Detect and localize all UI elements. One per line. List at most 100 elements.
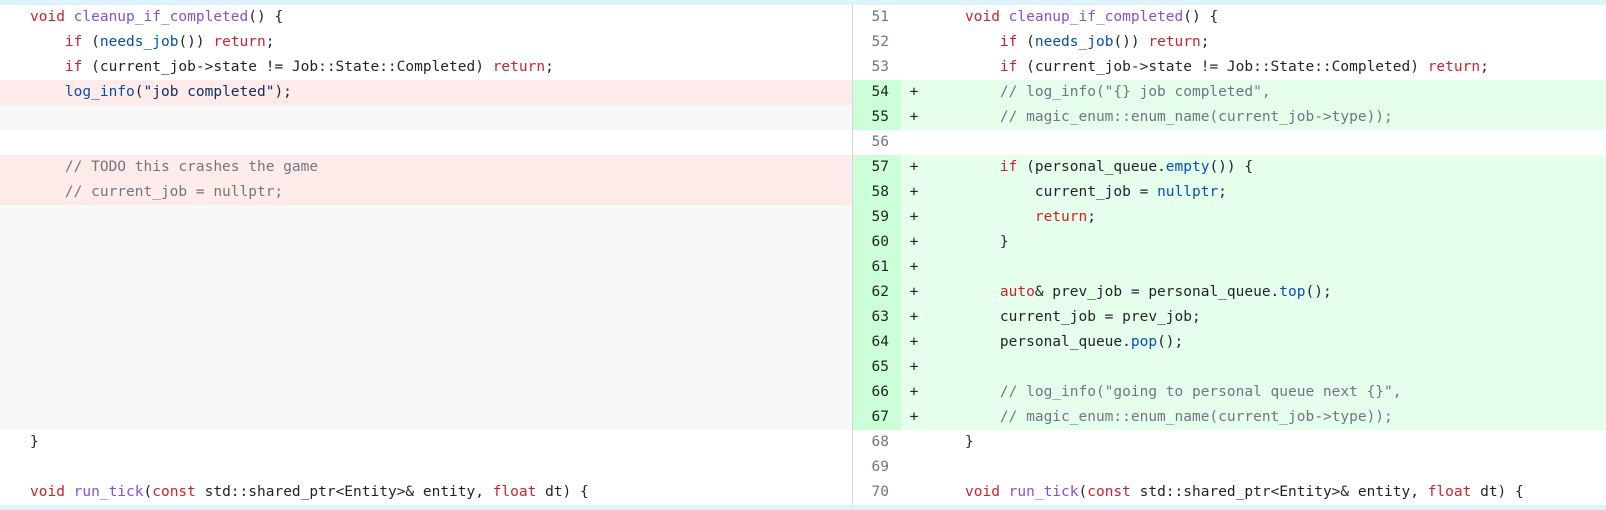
line-code: // magic_enum::enum_name(current_job->ty… <box>927 405 1606 430</box>
line-code: if (needs_job()) return; <box>927 30 1606 55</box>
line-number[interactable]: 64 <box>853 330 901 355</box>
line-number[interactable]: 66 <box>853 380 901 405</box>
code-token: "job completed" <box>143 84 275 100</box>
line-number[interactable]: 67 <box>853 405 901 430</box>
line-number[interactable]: 59 <box>853 205 901 230</box>
code-token: } <box>965 234 1009 250</box>
diff-marker <box>901 130 927 155</box>
line-code: if (current_job->state != Job::State::Co… <box>927 55 1606 80</box>
diff-marker: + <box>909 184 919 200</box>
line-number[interactable]: 52 <box>853 30 901 55</box>
line-number[interactable]: 69 <box>853 455 901 480</box>
code-token: dt) { <box>536 484 589 500</box>
line-number[interactable]: 53 <box>853 55 901 80</box>
code-token: // magic_enum::enum_name(current_job->ty… <box>999 409 1393 425</box>
line-code: void cleanup_if_completed() { <box>927 5 1606 30</box>
diff-marker: + <box>909 409 919 425</box>
code-token: run_tick <box>1008 484 1079 500</box>
code-token: ()) <box>1113 34 1149 50</box>
context-line: 53 if (current_job->state != Job::State:… <box>853 55 1606 80</box>
code-token: & prev_job = personal_queue. <box>1034 284 1280 300</box>
code-token: float <box>492 484 537 500</box>
diff-marker <box>901 55 927 80</box>
line-number[interactable]: 55 <box>853 105 901 130</box>
line-number[interactable]: 51 <box>853 5 901 30</box>
deleted-line: // TODO this crashes the game <box>0 155 852 180</box>
code-token: if <box>64 34 83 50</box>
code-token: ( <box>143 484 153 500</box>
line-code: if (personal_queue.empty()) { <box>927 155 1606 180</box>
empty-filler-line <box>0 255 852 280</box>
line-number[interactable]: 58 <box>853 180 901 205</box>
line-code: } <box>0 430 39 455</box>
code-token: // log_info("{} job completed", <box>999 84 1271 100</box>
line-number[interactable]: 57 <box>853 155 901 180</box>
added-line: 67 + // magic_enum::enum_name(current_job… <box>853 405 1606 430</box>
code-token: ()) <box>178 34 214 50</box>
code-token: ( <box>82 34 100 50</box>
code-token: cleanup_if_completed <box>1008 9 1184 25</box>
line-number[interactable]: 68 <box>853 430 901 455</box>
code-token: (); <box>1305 284 1332 300</box>
code-token: return <box>1148 34 1201 50</box>
line-number[interactable]: 61 <box>853 255 901 280</box>
line-code: if (needs_job()) return; <box>0 30 275 55</box>
code-token: std::shared_ptr<Entity>& entity, <box>195 484 493 500</box>
context-line: 68} <box>853 430 1606 455</box>
line-code: // log_info("{} job completed", <box>927 80 1606 105</box>
added-line: 58 + current_job = nullptr; <box>853 180 1606 205</box>
code-token: // magic_enum::enum_name(current_job->ty… <box>999 109 1393 125</box>
code-token: return <box>1034 209 1088 225</box>
code-token: ( <box>1078 484 1088 500</box>
code-token: std::shared_ptr<Entity>& entity, <box>1130 484 1428 500</box>
line-number[interactable]: 54 <box>853 80 901 105</box>
diff-marker: + <box>909 109 919 125</box>
added-line: 61 + <box>853 255 1606 280</box>
line-code: } <box>927 430 1606 455</box>
line-number[interactable]: 70 <box>853 480 901 505</box>
empty-filler-line <box>0 355 852 380</box>
diff-marker: + <box>909 359 919 375</box>
line-number[interactable]: 60 <box>853 230 901 255</box>
line-code: log_info("job completed"); <box>0 80 292 105</box>
code-token: return <box>1427 59 1481 75</box>
added-line: 66 + // log_info("going to personal queue… <box>853 380 1606 405</box>
line-code: return; <box>927 205 1606 230</box>
context-line: if (needs_job()) return; <box>0 30 852 55</box>
line-number[interactable]: 63 <box>853 305 901 330</box>
added-line: 62 + auto& prev_job = personal_queue.top(… <box>853 280 1606 305</box>
line-code: void cleanup_if_completed() { <box>0 5 283 30</box>
line-number[interactable]: 65 <box>853 355 901 380</box>
diff-marker <box>901 430 927 455</box>
code-token: return <box>492 59 546 75</box>
added-line: 55 + // magic_enum::enum_name(current_job… <box>853 105 1606 130</box>
added-line: 63 + current_job = prev_job; <box>853 305 1606 330</box>
code-token: ; <box>545 59 554 75</box>
code-token: () { <box>1183 9 1219 25</box>
context-line: 70 void run_tick(const std::shared_ptr<En… <box>853 480 1606 505</box>
line-number[interactable]: 62 <box>853 280 901 305</box>
deleted-line: // current_job = nullptr; <box>0 180 852 205</box>
line-code: // log_info("going to personal queue nex… <box>927 380 1606 405</box>
diff-marker: + <box>909 84 919 100</box>
line-number[interactable]: 56 <box>853 130 901 155</box>
